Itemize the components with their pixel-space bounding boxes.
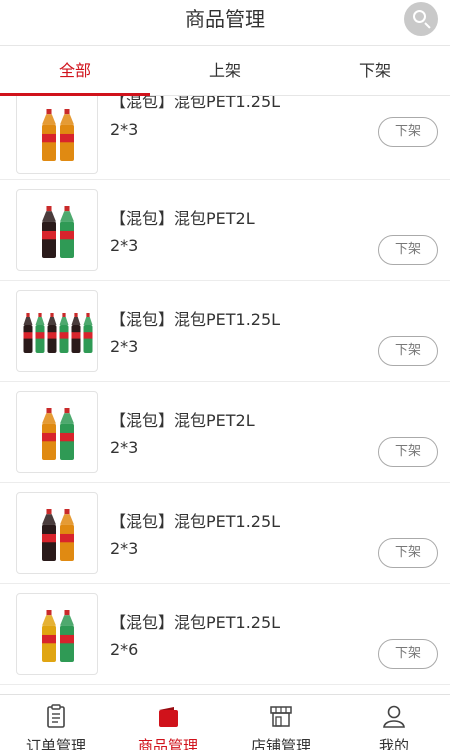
store-icon	[270, 706, 292, 727]
take-off-shelf-button[interactable]: 下架	[378, 437, 438, 467]
product-thumbnail	[16, 290, 98, 372]
bottle-image	[60, 509, 74, 561]
nav-orders[interactable]: 订单管理	[0, 695, 112, 750]
tab-all[interactable]: 全部	[0, 46, 150, 96]
bottle-image	[23, 313, 33, 353]
product-thumbnail	[16, 189, 98, 271]
filter-tabs: 全部 上架 下架	[0, 46, 450, 96]
product-name: 【混包】混包PET1.25L	[110, 96, 281, 111]
product-name: 【混包】混包PET1.25L	[110, 310, 281, 329]
tab-off-shelf[interactable]: 下架	[300, 46, 450, 96]
user-icon	[383, 705, 405, 728]
list-item[interactable]: 【混包】混包PET2L 2*3 下架	[0, 382, 450, 483]
product-spec: 2*3	[110, 539, 139, 558]
nav-store[interactable]: 店铺管理	[225, 695, 337, 750]
take-off-shelf-button[interactable]: 下架	[378, 117, 438, 147]
product-thumbnail	[16, 391, 98, 473]
bottle-image	[42, 206, 56, 258]
list-item[interactable]: 【混包】混包PET1.25L 2*3 下架	[0, 96, 450, 180]
page-title: 商品管理	[185, 7, 265, 31]
product-name: 【混包】混包PET2L	[110, 209, 255, 228]
bottle-image	[35, 313, 45, 353]
bottle-image	[60, 109, 74, 161]
product-thumbnail	[16, 492, 98, 574]
goods-icon	[159, 707, 178, 727]
product-spec: 2*3	[110, 120, 139, 139]
bottle-image	[59, 313, 69, 353]
bottle-image	[47, 313, 57, 353]
bottle-image	[42, 408, 56, 460]
bottom-nav: 订单管理 商品管理 店铺管理 我的	[0, 694, 450, 750]
product-name: 【混包】混包PET1.25L	[110, 613, 281, 632]
bottle-image	[71, 313, 81, 353]
bottle-image	[60, 206, 74, 258]
product-name: 【混包】混包PET1.25L	[110, 512, 281, 531]
product-spec: 2*3	[110, 236, 139, 255]
list-item[interactable]: 【混包】混包PET1.25L 2*6 下架	[0, 584, 450, 685]
bottle-image	[60, 408, 74, 460]
bottle-image	[60, 610, 74, 662]
list-item[interactable]: 【混包】混包PET2L 2*3 下架	[0, 180, 450, 281]
tab-on-shelf[interactable]: 上架	[150, 46, 300, 96]
product-thumbnail	[16, 96, 98, 174]
take-off-shelf-button[interactable]: 下架	[378, 336, 438, 366]
app-header: 商品管理	[0, 0, 450, 46]
bottle-image	[42, 109, 56, 161]
product-spec: 2*6	[110, 640, 139, 659]
nav-mine[interactable]: 我的	[338, 695, 450, 750]
search-button[interactable]	[404, 2, 438, 36]
clipboard-icon	[47, 704, 65, 728]
list-item[interactable]: 【混包】混包PET1.25L 2*3 下架	[0, 483, 450, 584]
nav-mine-label: 我的	[378, 737, 409, 750]
product-spec: 2*3	[110, 337, 139, 356]
list-item[interactable]: 【混包】混包PET1.25L 2*3 下架	[0, 281, 450, 382]
nav-goods-label: 商品管理	[137, 737, 198, 750]
product-name: 【混包】混包PET2L	[110, 411, 255, 430]
take-off-shelf-button[interactable]: 下架	[378, 538, 438, 568]
bottle-image	[83, 313, 93, 353]
bottle-image	[42, 509, 56, 561]
nav-orders-label: 订单管理	[25, 737, 86, 750]
take-off-shelf-button[interactable]: 下架	[378, 639, 438, 669]
product-thumbnail	[16, 593, 98, 675]
nav-goods[interactable]: 商品管理	[112, 695, 224, 750]
bottle-image	[42, 610, 56, 662]
take-off-shelf-button[interactable]: 下架	[378, 235, 438, 265]
product-list[interactable]: 【混包】混包PET1.25L 2*3 下架 【混包】混包PET2L 2*3 下架…	[0, 96, 450, 694]
product-spec: 2*3	[110, 438, 139, 457]
nav-store-label: 店铺管理	[250, 737, 311, 750]
